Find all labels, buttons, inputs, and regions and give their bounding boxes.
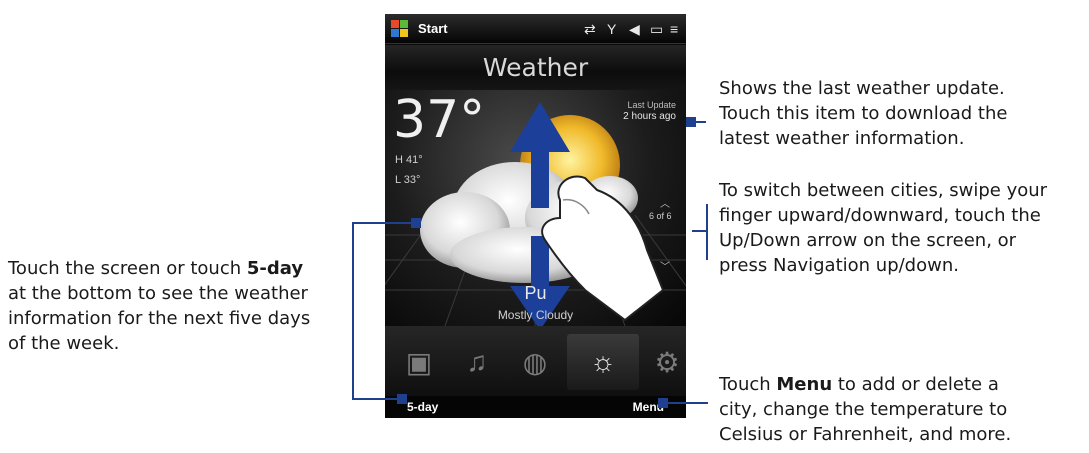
callout-5day: Touch the screen or touch 5-day at the b… xyxy=(8,256,310,356)
weather-icon[interactable]: ☼ xyxy=(567,334,639,390)
callout-last-update: Shows the last weather update. Touch thi… xyxy=(719,76,1007,151)
leader-line xyxy=(664,402,708,404)
marker-dot xyxy=(397,394,407,404)
callout-text: Touch xyxy=(719,374,777,395)
weather-header: Weather xyxy=(385,45,686,90)
settings-icon[interactable]: ⚙ xyxy=(643,334,686,390)
photos-icon[interactable]: ▣ xyxy=(395,334,443,390)
weather-title: Weather xyxy=(482,53,589,82)
callout-text: of the week. xyxy=(8,333,120,354)
home-tab-bar: ▣ ♫ ◍ ☼ ⚙ xyxy=(385,326,686,396)
leader-line xyxy=(352,398,398,400)
city-down-arrow-icon[interactable]: ﹀ xyxy=(660,258,670,273)
callout-text: Celsius or Fahrenheit, and more. xyxy=(719,424,1012,445)
leader-line xyxy=(706,204,708,260)
battery-icon: ▭ xyxy=(650,21,664,37)
signal-icon: Y xyxy=(607,21,617,37)
weather-condition: Mostly Cloudy xyxy=(497,308,574,322)
leader-line xyxy=(352,222,415,224)
city-counter: 6 of 6 xyxy=(649,211,672,221)
marker-dot xyxy=(411,218,421,228)
callout-text: Touch the screen or touch xyxy=(8,258,247,279)
callout-text: Shows the last weather update. xyxy=(719,78,1005,99)
start-label[interactable]: Start xyxy=(418,21,448,36)
leader-line xyxy=(692,230,708,232)
callout-switch-cities: To switch between cities, swipe your fin… xyxy=(719,178,1047,278)
callout-text: press Navigation up/down. xyxy=(719,255,959,276)
callout-text: Touch this item to download the xyxy=(719,103,1008,124)
callout-text: Up/Down arrow on the screen, or xyxy=(719,230,1017,251)
softkey-5day[interactable]: 5-day xyxy=(407,400,438,414)
callout-menu: Touch Menu to add or delete a city, chan… xyxy=(719,372,1011,447)
callout-bold-menu: Menu xyxy=(776,374,833,395)
callout-text: city, change the temperature to xyxy=(719,399,1008,420)
leader-line xyxy=(352,222,354,400)
phone-screen: Start ⇄ Y ◀ ▭ ≡ Weather 37° H 41° L 33° … xyxy=(385,14,686,418)
volume-icon[interactable]: ◀ xyxy=(629,20,640,38)
music-icon[interactable]: ♫ xyxy=(453,334,501,390)
internet-icon[interactable]: ◍ xyxy=(511,334,559,390)
callout-text: To switch between cities, swipe your xyxy=(719,180,1048,201)
title-bar: Start ⇄ Y ◀ ▭ ≡ xyxy=(385,14,686,44)
marker-dot xyxy=(658,398,668,408)
callout-text: to add or delete a xyxy=(832,374,999,395)
windows-start-icon[interactable] xyxy=(391,20,409,38)
menu-icon[interactable]: ≡ xyxy=(670,20,678,38)
callout-text: finger upward/downward, touch the xyxy=(719,205,1041,226)
softkey-bar: 5-day Menu xyxy=(385,396,686,418)
callout-text: latest weather information. xyxy=(719,128,965,149)
city-name: Pu xyxy=(524,283,547,303)
callout-text: information for the next five days xyxy=(8,308,311,329)
marker-dot xyxy=(686,117,696,127)
callout-text: at the bottom to see the weather xyxy=(8,283,308,304)
callout-bold-5day: 5-day xyxy=(246,258,304,279)
city-up-arrow-icon[interactable]: ︿ xyxy=(660,195,670,210)
sync-icon: ⇄ xyxy=(584,21,596,37)
